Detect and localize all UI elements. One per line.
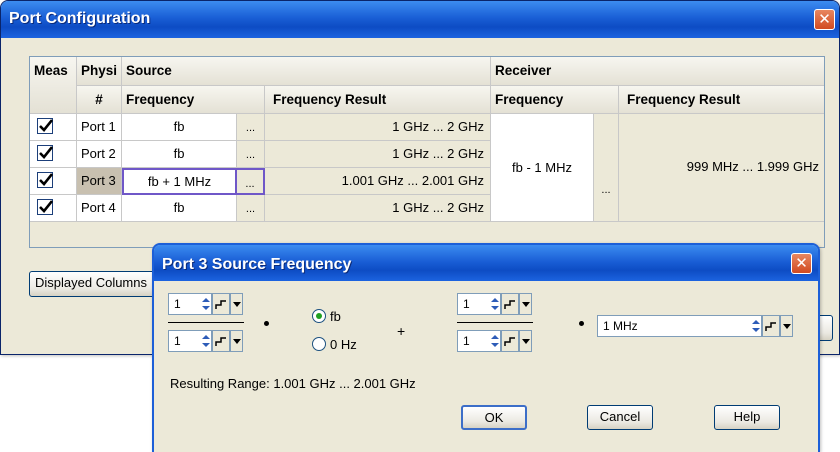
spin-arrows-icon[interactable]: [201, 294, 211, 314]
header-source-frequency-result[interactable]: Frequency Result: [265, 86, 491, 114]
step-icon[interactable]: [212, 293, 230, 315]
header-port-number[interactable]: #: [77, 86, 122, 114]
radio-fb[interactable]: [312, 309, 326, 323]
chevron-down-icon[interactable]: [780, 315, 793, 337]
receiver-frequency-ellipsis-button[interactable]: ...: [594, 114, 619, 222]
fraction-bar: [168, 322, 244, 323]
source-frequency-cell-editing[interactable]: fb + 1 MHz: [122, 168, 237, 195]
multiplier-numerator-value: 1: [174, 297, 181, 311]
header-physical[interactable]: Physi: [77, 57, 122, 86]
header-source[interactable]: Source: [122, 57, 491, 86]
dialog-title: Port 3 Source Frequency: [162, 256, 352, 273]
meas-checkbox-port-3[interactable]: [30, 168, 77, 195]
dialog-titlebar[interactable]: Port 3 Source Frequency ✕: [154, 245, 818, 281]
offset-numerator-value: 1: [463, 297, 470, 311]
offset-denominator-input[interactable]: 1: [457, 330, 501, 352]
header-receiver-frequency[interactable]: Frequency: [491, 86, 619, 114]
chevron-down-icon[interactable]: [519, 293, 532, 315]
radio-0hz-label[interactable]: 0 Hz: [330, 337, 357, 352]
header-receiver[interactable]: Receiver: [491, 57, 824, 86]
source-frequency-cell[interactable]: fb: [122, 195, 237, 222]
source-frequency-result-cell: 1 GHz ... 2 GHz: [265, 114, 491, 141]
source-frequency-cell[interactable]: fb: [122, 141, 237, 168]
header-source-frequency[interactable]: Frequency: [122, 86, 265, 114]
plus-sign: +: [397, 323, 406, 339]
multiplier-denominator-value: 1: [174, 334, 181, 348]
multiplier-numerator-input[interactable]: 1: [168, 293, 212, 315]
source-frequency-result-cell: 1 GHz ... 2 GHz: [265, 195, 491, 222]
port-label-selected: Port 3: [77, 168, 122, 195]
close-icon[interactable]: ✕: [791, 253, 812, 274]
offset-denominator-value: 1: [463, 334, 470, 348]
meas-checkbox-port-4[interactable]: [30, 195, 77, 222]
source-frequency-result-cell: 1.001 GHz ... 2.001 GHz: [265, 168, 491, 195]
ok-button[interactable]: OK: [461, 405, 527, 430]
resulting-range-text: Resulting Range: 1.001 GHz ... 2.001 GHz: [170, 376, 416, 391]
port-table: Meas Physi Source Receiver # Frequency F…: [29, 56, 825, 248]
source-frequency-cell[interactable]: fb: [122, 114, 237, 141]
multiply-dot: [264, 321, 269, 326]
step-icon[interactable]: [501, 330, 519, 352]
multiply-dot: [579, 321, 584, 326]
port-label: Port 4: [77, 195, 122, 222]
step-icon[interactable]: [501, 293, 519, 315]
cancel-button[interactable]: Cancel: [587, 405, 653, 430]
spin-arrows-icon[interactable]: [490, 294, 500, 314]
close-icon[interactable]: ✕: [814, 9, 835, 30]
meas-checkbox-port-1[interactable]: [30, 114, 77, 141]
fraction-bar: [457, 322, 533, 323]
checkmark-icon: [37, 172, 53, 188]
checkmark-icon: [37, 199, 53, 215]
checkmark-icon: [37, 118, 53, 134]
step-icon[interactable]: [212, 330, 230, 352]
window-title: Port Configuration: [9, 10, 151, 27]
source-frequency-ellipsis-button[interactable]: ...: [237, 168, 265, 195]
radio-fb-label[interactable]: fb: [330, 309, 341, 324]
source-frequency-result-cell: 1 GHz ... 2 GHz: [265, 141, 491, 168]
chevron-down-icon[interactable]: [230, 293, 243, 315]
radio-0hz[interactable]: [312, 337, 326, 351]
offset-value-input[interactable]: 1 MHz: [597, 315, 762, 337]
spin-arrows-icon[interactable]: [201, 331, 211, 351]
source-frequency-dialog: Port 3 Source Frequency ✕ 1 1 fb 0 Hz + …: [152, 243, 820, 452]
source-frequency-ellipsis-button[interactable]: ...: [237, 141, 265, 168]
receiver-frequency-result-cell: 999 MHz ... 1.999 GHz: [619, 114, 824, 222]
header-receiver-frequency-result[interactable]: Frequency Result: [619, 86, 824, 114]
offset-numerator-input[interactable]: 1: [457, 293, 501, 315]
help-button[interactable]: Help: [714, 405, 780, 430]
source-frequency-ellipsis-button[interactable]: ...: [237, 195, 265, 222]
meas-checkbox-port-2[interactable]: [30, 141, 77, 168]
header-meas[interactable]: Meas: [30, 57, 77, 114]
source-frequency-ellipsis-button[interactable]: ...: [237, 114, 265, 141]
chevron-down-icon[interactable]: [519, 330, 532, 352]
receiver-frequency-cell[interactable]: fb - 1 MHz: [491, 114, 594, 222]
port-label: Port 1: [77, 114, 122, 141]
port-label: Port 2: [77, 141, 122, 168]
radio-selected-dot: [316, 313, 322, 319]
checkmark-icon: [37, 145, 53, 161]
spin-arrows-icon[interactable]: [751, 316, 761, 336]
port-configuration-titlebar[interactable]: Port Configuration ✕: [1, 1, 839, 38]
spin-arrows-icon[interactable]: [490, 331, 500, 351]
step-icon[interactable]: [762, 315, 780, 337]
multiplier-denominator-input[interactable]: 1: [168, 330, 212, 352]
offset-value-text: 1 MHz: [603, 319, 638, 333]
chevron-down-icon[interactable]: [230, 330, 243, 352]
